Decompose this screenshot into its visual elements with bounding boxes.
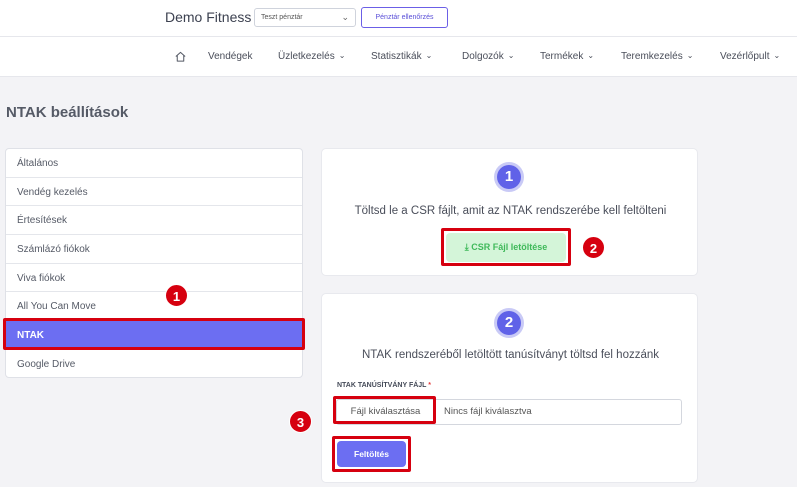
chevron-down-icon: ⌄: [507, 51, 515, 60]
annotation-badge-1: 1: [165, 284, 188, 307]
nav-item-vendegek[interactable]: Vendégek: [208, 51, 253, 62]
brand-name[interactable]: Demo Fitness: [165, 9, 251, 25]
nav-item-label: Vezérlőpult: [720, 51, 770, 62]
chevron-down-icon: ⌄: [341, 12, 349, 22]
sidebar-item-all-you-can-move[interactable]: All You Can Move: [6, 292, 302, 322]
upload-button[interactable]: Feltöltés: [337, 441, 406, 467]
cashier-check-button[interactable]: Pénztár ellenőrzés: [361, 7, 448, 28]
cashier-select-value: Teszt pénztár: [261, 14, 303, 21]
download-icon: ⤓: [464, 242, 469, 252]
step-number: 2: [497, 311, 521, 335]
required-mark: *: [428, 382, 432, 389]
chevron-down-icon: ⌄: [425, 51, 433, 60]
nav-item-label: Statisztikák: [371, 51, 422, 62]
settings-sidebar: Általános Vendég kezelés Értesítések Szá…: [5, 148, 303, 378]
sidebar-item-altalanos[interactable]: Általános: [6, 149, 302, 178]
nav-item-label: Teremkezelés: [621, 51, 683, 62]
nav-item-statisztikak[interactable]: Statisztikák ⌄: [371, 51, 432, 62]
chevron-down-icon: ⌄: [587, 51, 595, 60]
csr-download-label: CSR Fájl letöltése: [471, 242, 548, 252]
home-icon[interactable]: [174, 50, 187, 63]
certificate-field-label-text: NTAK TANÚSÍTVÁNY FÁJL: [337, 382, 427, 389]
certificate-file-input[interactable]: Fájl kiválasztása Nincs fájl kiválasztva: [336, 399, 682, 425]
sidebar-item-google-drive[interactable]: Google Drive: [6, 350, 302, 377]
sidebar-item-viva-fiokok[interactable]: Viva fiókok: [6, 264, 302, 293]
nav-item-label: Üzletkezelés: [278, 51, 335, 62]
annotation-badge-2: 2: [582, 236, 605, 259]
nav-item-label: Termékek: [540, 51, 584, 62]
nav-item-label: Dolgozók: [462, 51, 504, 62]
nav-item-vezerlopult[interactable]: Vezérlőpult ⌄: [720, 51, 780, 62]
chevron-down-icon: ⌄: [773, 51, 781, 60]
nav-item-uzletkezeles[interactable]: Üzletkezelés ⌄: [278, 51, 345, 62]
file-status-text: Nincs fájl kiválasztva: [444, 406, 532, 417]
chevron-down-icon: ⌄: [338, 51, 346, 60]
step-description: Töltsd le a CSR fájlt, amit az NTAK rend…: [354, 205, 667, 217]
sidebar-item-vendeg-kezeles[interactable]: Vendég kezelés: [6, 178, 302, 207]
step-description: NTAK rendszeréből letöltött tanúsítványt…: [361, 349, 660, 361]
file-choose-button[interactable]: Fájl kiválasztása: [337, 400, 435, 424]
main-nav: Vendégek Üzletkezelés ⌄ Statisztikák ⌄ Dol…: [0, 37, 797, 77]
nav-item-label: Vendégek: [208, 51, 253, 62]
sidebar-item-ntak[interactable]: NTAK: [6, 321, 302, 350]
certificate-field-label: NTAK TANÚSÍTVÁNY FÁJL *: [337, 382, 431, 389]
sidebar-item-ertesitesek[interactable]: Értesítések: [6, 206, 302, 236]
chevron-down-icon: ⌄: [686, 51, 694, 60]
nav-item-termekek[interactable]: Termékek ⌄: [540, 51, 594, 62]
cashier-select[interactable]: Teszt pénztár ⌄: [254, 8, 356, 27]
csr-download-button[interactable]: ⤓ CSR Fájl letöltése: [446, 233, 566, 262]
sidebar-item-szamlazo-fiokok[interactable]: Számlázó fiókok: [6, 235, 302, 264]
step-number: 1: [497, 165, 521, 189]
page-title: NTAK beállítások: [6, 104, 129, 121]
nav-item-dolgozok[interactable]: Dolgozók ⌄: [462, 51, 514, 62]
nav-item-teremkezeles[interactable]: Teremkezelés ⌄: [621, 51, 693, 62]
top-bar: Demo Fitness Teszt pénztár ⌄ Pénztár ell…: [0, 0, 797, 37]
annotation-badge-3: 3: [289, 410, 312, 433]
